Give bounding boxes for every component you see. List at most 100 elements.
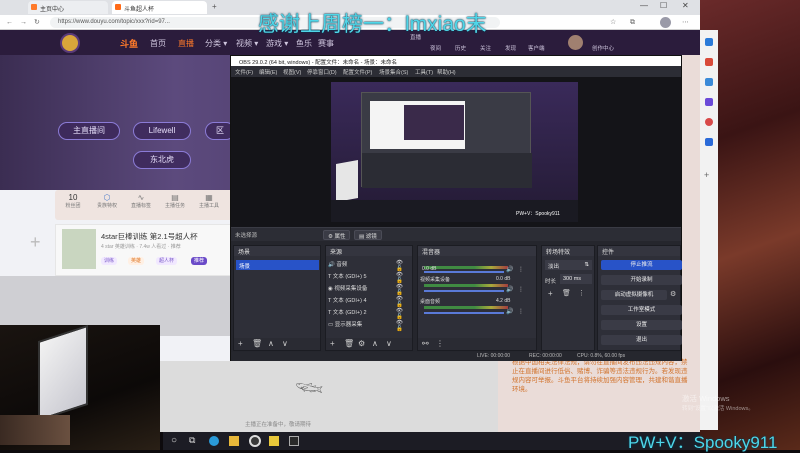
nav-category[interactable]: 分类 ▾ — [205, 38, 227, 49]
nav-live[interactable]: 直播 — [178, 38, 194, 49]
user-avatar[interactable] — [568, 35, 583, 50]
filters-button[interactable]: ▤ 滤镜 — [354, 230, 382, 240]
sidebar-app-icon[interactable] — [705, 138, 713, 146]
add-icon[interactable]: + — [330, 340, 335, 348]
source-item[interactable]: T 文本 (GDI+) 5 👁 🔓 — [328, 272, 410, 284]
profile-avatar[interactable] — [660, 17, 671, 28]
maximize-icon[interactable]: ☐ — [660, 1, 667, 10]
nav-home[interactable]: 首页 — [150, 38, 166, 49]
source-item[interactable]: ▭ 显示器采集 👁 🔓 — [328, 320, 410, 332]
tab-home[interactable]: 主页中心 — [28, 1, 108, 14]
reload-icon[interactable]: ↻ — [34, 19, 40, 26]
nav-right-history[interactable]: 历史 — [455, 44, 466, 52]
nav-right-follow[interactable]: 关注 — [480, 44, 491, 52]
gear-icon[interactable]: ⚙ — [358, 340, 365, 348]
sidebar-app-icon[interactable] — [705, 118, 713, 126]
stat-noble[interactable]: ⬡ 贵族特权 — [93, 193, 121, 209]
source-item[interactable]: T 文本 (GDI+) 2 👁 🔓 — [328, 308, 410, 320]
obs-preview[interactable]: PW+V：Spooky911 — [231, 77, 681, 227]
nav-events[interactable]: 赛事 — [318, 38, 334, 49]
link-icon[interactable]: ⚯ — [422, 340, 429, 348]
source-item[interactable]: T 文本 (GDI+) 4 👁 🔓 — [328, 296, 410, 308]
down-icon[interactable]: ∨ — [386, 340, 392, 348]
trash-icon[interactable]: 🗑 — [562, 289, 571, 297]
virtual-camera-button[interactable]: 启动虚拟摄像机 — [601, 290, 667, 300]
stat-tasks[interactable]: ▤ 主播任务 — [161, 193, 189, 209]
volume-slider[interactable] — [424, 290, 504, 292]
up-icon[interactable]: ∧ — [268, 340, 274, 348]
menu-view[interactable]: 视图(V) — [283, 68, 301, 76]
nav-right-night[interactable]: 夜间 — [430, 44, 441, 52]
trash-icon[interactable]: 🗑 — [344, 340, 354, 348]
settings-button[interactable]: 设置 — [601, 320, 682, 330]
scene-item[interactable]: 场景 — [236, 260, 319, 270]
exit-button[interactable]: 退出 — [601, 335, 682, 345]
transition-select[interactable]: 淡出 ⇅ — [545, 260, 592, 270]
new-tab-icon[interactable]: + — [212, 2, 217, 11]
menu-profile[interactable]: 配置文件(P) — [343, 68, 372, 76]
stop-streaming-button[interactable]: 停止推流 — [601, 260, 682, 270]
sidebar-app-icon[interactable] — [705, 98, 713, 106]
nav-fun[interactable]: 鱼乐 — [296, 38, 312, 49]
hero-pill-main[interactable]: 主直播间 — [58, 122, 120, 140]
search-icon[interactable]: ○ — [171, 435, 177, 446]
nav-right-discover[interactable]: 发现 — [505, 44, 516, 52]
hero-pill-dongbeihu[interactable]: 东北虎 — [133, 151, 191, 169]
tab-active[interactable]: 斗鱼超人杯 — [112, 1, 207, 14]
menu-icon[interactable]: ⋯ — [682, 19, 689, 26]
more-icon[interactable]: ⋮ — [436, 340, 444, 348]
nav-right-creator[interactable]: 创作中心 — [592, 44, 614, 52]
nav-game[interactable]: 游戏 ▾ — [266, 38, 288, 49]
more-icon[interactable]: ⋮ — [518, 308, 524, 315]
down-icon[interactable]: ∨ — [282, 340, 288, 348]
menu-file[interactable]: 文件(F) — [235, 68, 253, 76]
speaker-icon[interactable]: 🔊 — [506, 286, 513, 293]
menu-edit[interactable]: 编辑(E) — [259, 68, 277, 76]
forward-icon[interactable]: → — [20, 19, 27, 26]
gear-icon[interactable]: ⚙ — [670, 290, 676, 298]
source-item[interactable]: 🔊 音频 👁 🔓 — [328, 260, 410, 272]
up-icon[interactable]: ∧ — [372, 340, 378, 348]
obs-icon[interactable] — [249, 435, 261, 447]
properties-button[interactable]: ⚙ 属性 — [323, 230, 351, 240]
duration-input[interactable]: 300 ms — [560, 274, 592, 284]
favorite-icon[interactable]: ☆ — [610, 19, 616, 26]
app-icon[interactable] — [289, 436, 299, 446]
menu-scene-collection[interactable]: 场景集合(S) — [379, 68, 408, 76]
stat-tags[interactable]: ∿ 直播标签 — [127, 193, 155, 209]
app-icon[interactable] — [269, 436, 279, 446]
back-icon[interactable]: ← — [6, 19, 13, 26]
more-icon[interactable]: ⋮ — [518, 266, 524, 273]
add-icon[interactable]: + — [238, 340, 243, 348]
nav-video[interactable]: 视频 ▾ — [236, 38, 258, 49]
explorer-icon[interactable] — [229, 436, 239, 446]
minimize-icon[interactable]: — — [640, 1, 648, 10]
speaker-icon[interactable]: 🔊 — [506, 308, 513, 315]
volume-slider[interactable] — [424, 312, 504, 314]
stat-fans[interactable]: 10 粉丝团 — [59, 193, 87, 209]
start-recording-button[interactable]: 开始录制 — [601, 275, 682, 285]
menu-docks[interactable]: 停靠窗口(D) — [307, 68, 337, 76]
edge-icon[interactable] — [209, 436, 219, 446]
stat-value: 10 — [68, 193, 78, 202]
sidebar-app-icon[interactable] — [705, 58, 713, 66]
hero-pill-lifewell[interactable]: Lifewell — [133, 122, 191, 140]
sidebar-app-icon[interactable] — [705, 38, 713, 46]
more-icon[interactable]: ⋮ — [578, 289, 585, 297]
streamer-card[interactable]: 4star巨棒训练 第2.1号超人杯 4 star 英雄训练 · 7.4w 人看… — [55, 224, 235, 276]
add-icon[interactable]: + — [704, 170, 709, 180]
studio-mode-button[interactable]: 工作室模式 — [601, 305, 682, 315]
task-view-icon[interactable]: ⧉ — [189, 435, 195, 446]
trash-icon[interactable]: 🗑 — [252, 340, 262, 348]
more-icon[interactable]: ⋮ — [518, 286, 524, 293]
menu-tools[interactable]: 工具(T) — [415, 68, 433, 76]
collections-icon[interactable]: ⧉ — [630, 19, 635, 26]
stat-tools[interactable]: ▦ 主播工具 — [195, 193, 223, 209]
add-icon[interactable]: + — [548, 289, 553, 298]
source-item[interactable]: ◉ 视频采集设备 👁 🔓 — [328, 284, 410, 296]
close-icon[interactable]: ✕ — [682, 1, 689, 10]
nav-right-client[interactable]: 客户端 — [528, 44, 545, 52]
speaker-icon[interactable]: 🔊 — [506, 266, 513, 273]
menu-help[interactable]: 帮助(H) — [437, 68, 456, 76]
sidebar-app-icon[interactable] — [705, 78, 713, 86]
